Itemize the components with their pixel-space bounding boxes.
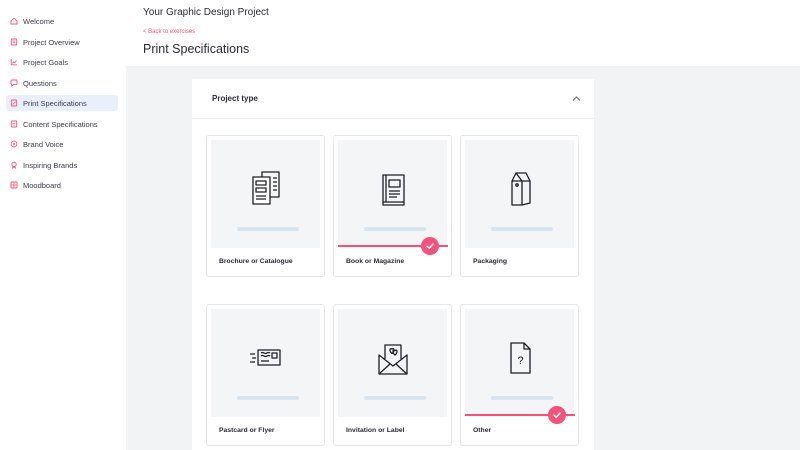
- project-type-card-postcard[interactable]: Pastcard or Flyer: [206, 304, 325, 446]
- other-file-icon: ?: [510, 342, 531, 374]
- sidebar-item-label: Moodboard: [23, 180, 61, 190]
- project-type-card-invitation[interactable]: Invitation or Label: [333, 304, 452, 446]
- card-image: [211, 140, 320, 248]
- project-type-card-brochure[interactable]: Brochure or Catalogue: [206, 135, 325, 277]
- voice-icon: [10, 140, 18, 148]
- brochure-icon: [252, 171, 280, 205]
- card-image: ?: [465, 309, 574, 417]
- goals-icon: [10, 58, 18, 66]
- card-image: [211, 309, 320, 417]
- invitation-icon: [378, 344, 408, 375]
- card-image: [338, 309, 447, 417]
- home-icon: [10, 17, 18, 25]
- sidebar-item-project-goals[interactable]: Project Goals: [6, 54, 118, 70]
- chevron-up-icon[interactable]: [572, 95, 581, 102]
- postcard-icon: [250, 349, 281, 366]
- card-label: Book or Magazine: [346, 258, 405, 265]
- sidebar-item-welcome[interactable]: Welcome: [6, 13, 118, 29]
- sidebar: Welcome Project Overview Project Goals Q…: [0, 0, 126, 450]
- selected-check-icon: [421, 237, 439, 255]
- card-placeholder-bar: [237, 227, 299, 231]
- back-to-exercises-link[interactable]: < Back to exercises: [143, 29, 195, 35]
- moodboard-icon: [10, 181, 18, 189]
- sidebar-item-brand-voice[interactable]: Brand Voice: [6, 136, 118, 152]
- card-label: Other: [473, 427, 492, 434]
- project-type-header[interactable]: Project type: [192, 79, 594, 119]
- card-placeholder-bar: [237, 396, 299, 400]
- sidebar-item-label: Print Specifications: [23, 98, 87, 108]
- card-label: Brochure or Catalogue: [219, 258, 293, 265]
- card-placeholder-bar: [491, 227, 553, 231]
- project-type-card-packaging[interactable]: Packaging: [460, 135, 579, 277]
- card-placeholder-bar: [491, 396, 553, 400]
- panel-title: Project type: [212, 94, 258, 103]
- project-type-card-other[interactable]: ? Other: [460, 304, 579, 446]
- sidebar-item-label: Project Goals: [23, 57, 69, 67]
- sidebar-item-label: Brand Voice: [23, 139, 64, 149]
- book-icon: [382, 174, 405, 206]
- question-icon: [10, 79, 18, 87]
- sidebar-item-moodboard[interactable]: Moodboard: [6, 177, 118, 193]
- page-header: Your Graphic Design Project < Back to ex…: [126, 0, 800, 66]
- sidebar-item-print-specifications[interactable]: Print Specifications: [6, 95, 118, 111]
- overview-icon: [10, 38, 18, 46]
- sidebar-item-label: Welcome: [23, 16, 55, 26]
- card-placeholder-bar: [364, 396, 426, 400]
- card-image: [465, 140, 574, 248]
- sidebar-item-label: Project Overview: [23, 37, 80, 47]
- sidebar-item-label: Questions: [23, 78, 57, 88]
- print-icon: [10, 99, 18, 107]
- card-placeholder-bar: [364, 227, 426, 231]
- sidebar-item-label: Content Specifications: [23, 119, 98, 129]
- svg-text:?: ?: [517, 355, 523, 367]
- card-label: Invitation or Label: [346, 427, 405, 434]
- card-label: Pastcard or Flyer: [219, 427, 275, 434]
- sidebar-item-inspiring-brands[interactable]: Inspiring Brands: [6, 157, 118, 173]
- project-title: Your Graphic Design Project: [143, 7, 269, 18]
- card-image: [338, 140, 447, 248]
- brands-icon: [10, 161, 18, 169]
- page-title: Print Specifications: [143, 42, 250, 56]
- packaging-icon: [511, 172, 531, 206]
- sidebar-item-questions[interactable]: Questions: [6, 75, 118, 91]
- project-type-card-book[interactable]: Book or Magazine: [333, 135, 452, 277]
- sidebar-item-project-overview[interactable]: Project Overview: [6, 34, 118, 50]
- content-icon: [10, 120, 18, 128]
- card-label: Packaging: [473, 258, 507, 265]
- sidebar-item-content-specifications[interactable]: Content Specifications: [6, 116, 118, 132]
- selected-check-icon: [548, 406, 566, 424]
- sidebar-item-label: Inspiring Brands: [23, 160, 78, 170]
